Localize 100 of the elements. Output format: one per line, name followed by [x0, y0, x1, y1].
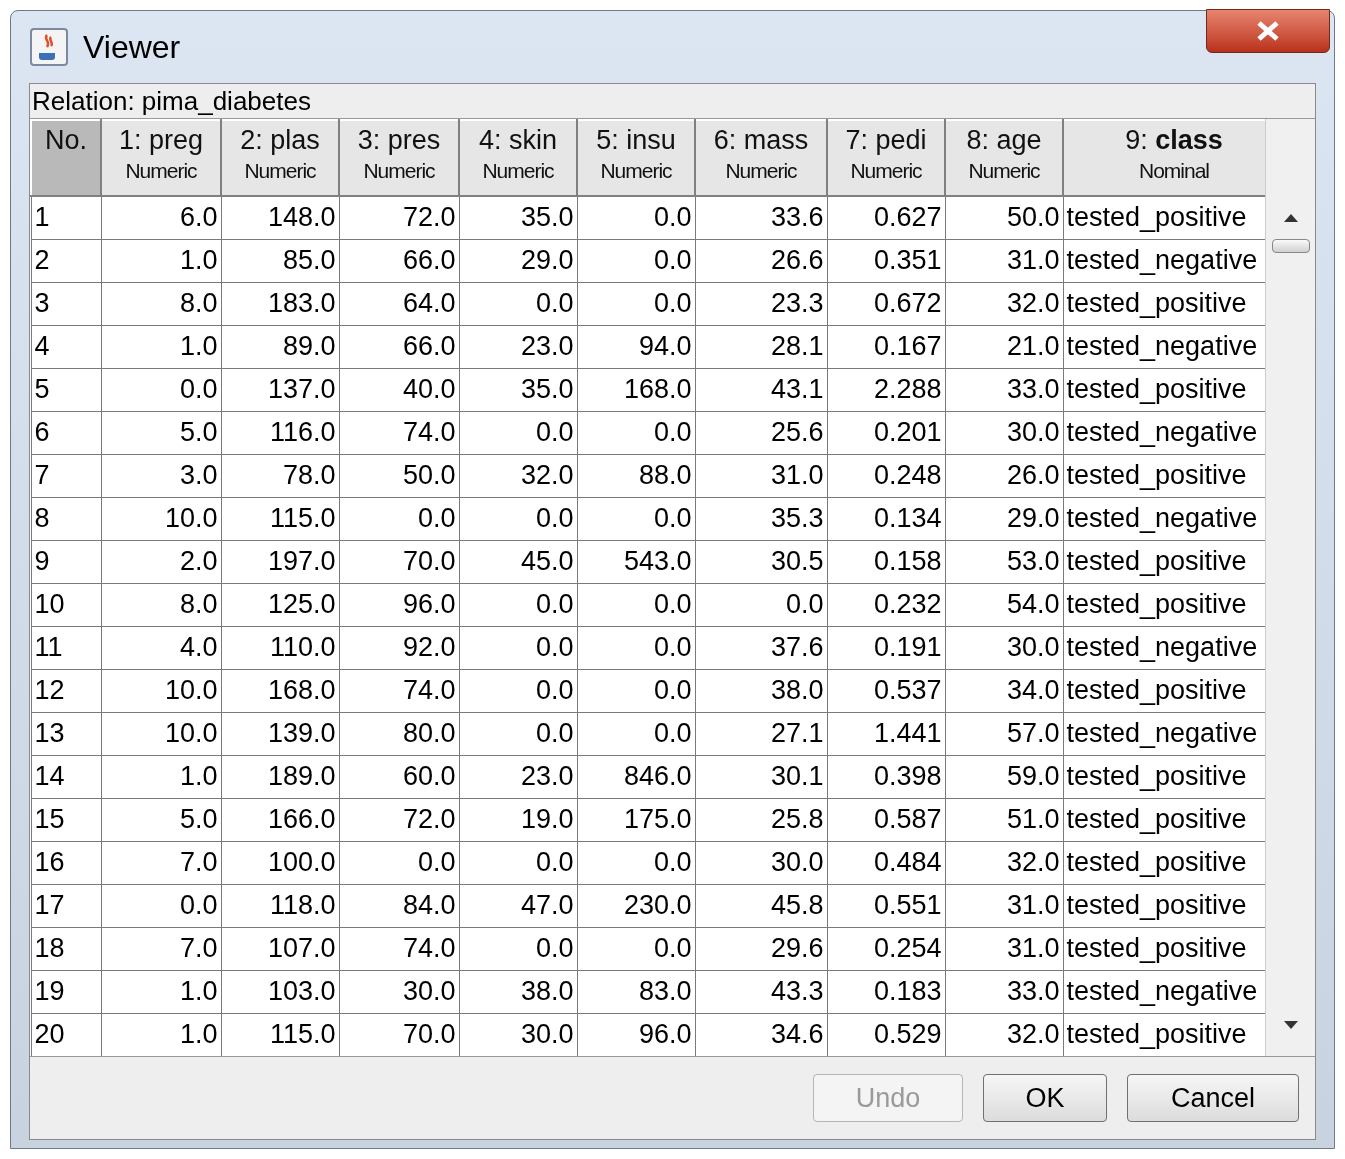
column-header[interactable]: 4: skin Numeric — [459, 120, 577, 196]
table-cell: 43.1 — [695, 368, 827, 411]
close-button[interactable] — [1206, 9, 1330, 53]
column-header[interactable]: 7: pedi Numeric — [827, 120, 945, 196]
table-cell: 80.0 — [339, 712, 459, 755]
table-cell: 189.0 — [221, 755, 339, 798]
table-cell: 34.0 — [945, 669, 1063, 712]
column-header[interactable]: 1: preg Numeric — [101, 120, 221, 196]
column-type: Numeric — [244, 160, 316, 181]
column-header[interactable]: 9: class Nominal — [1063, 120, 1265, 196]
table-cell: 30.0 — [945, 626, 1063, 669]
table-cell: 83.0 — [577, 970, 695, 1013]
table-cell: 0.248 — [827, 454, 945, 497]
table-cell: 35.3 — [695, 497, 827, 540]
table-cell: 0.0 — [695, 583, 827, 626]
column-header[interactable]: 8: age Numeric — [945, 120, 1063, 196]
scroll-down-icon[interactable] — [1282, 1020, 1299, 1030]
column-name: 6: mass — [713, 127, 809, 154]
table-cell: 32.0 — [459, 454, 577, 497]
table-cell: 88.0 — [577, 454, 695, 497]
row-number: 12 — [31, 669, 101, 712]
table-cell: 137.0 — [221, 368, 339, 411]
table-cell: 10.0 — [101, 497, 221, 540]
table-cell: 0.587 — [827, 798, 945, 841]
table-cell: 33.0 — [945, 970, 1063, 1013]
table-cell: 23.3 — [695, 282, 827, 325]
column-header[interactable]: No. — [31, 120, 101, 196]
table-cell: 148.0 — [221, 196, 339, 239]
table-cell: 0.0 — [577, 626, 695, 669]
cup-icon — [29, 27, 69, 67]
table-cell: 0.0 — [577, 497, 695, 540]
table-cell: 0.0 — [459, 583, 577, 626]
table-cell: 1.0 — [101, 755, 221, 798]
table-cell: 30.0 — [945, 411, 1063, 454]
table-cell: 74.0 — [339, 411, 459, 454]
table-cell: 10.0 — [101, 712, 221, 755]
table-cell: 30.0 — [339, 970, 459, 1013]
table-cell: 543.0 — [577, 540, 695, 583]
table-cell: 50.0 — [945, 196, 1063, 239]
table-cell: 230.0 — [577, 884, 695, 927]
column-name: 1: preg — [118, 127, 204, 154]
column-type: Nominal — [1139, 160, 1209, 181]
scroll-thumb[interactable] — [1271, 239, 1310, 253]
column-type: Numeric — [482, 160, 554, 181]
table-cell: 29.6 — [695, 927, 827, 970]
table-cell: 53.0 — [945, 540, 1063, 583]
table-cell: 5.0 — [101, 411, 221, 454]
column-name: No. — [45, 127, 87, 154]
row-number: 3 — [31, 282, 101, 325]
table-cell: 100.0 — [221, 841, 339, 884]
column-header[interactable]: 2: plas Numeric — [221, 120, 339, 196]
table-cell: 0.537 — [827, 669, 945, 712]
table-cell: 32.0 — [945, 282, 1063, 325]
table-cell: 8.0 — [101, 282, 221, 325]
table-cell: 6.0 — [101, 196, 221, 239]
table-cell: 31.0 — [945, 239, 1063, 282]
table-cell: 175.0 — [577, 798, 695, 841]
table-cell: 0.167 — [827, 325, 945, 368]
column-header[interactable]: 5: insu Numeric — [577, 120, 695, 196]
table-cell: 33.0 — [945, 368, 1063, 411]
column-name: 7: pedi — [845, 127, 927, 154]
table-cell: 21.0 — [945, 325, 1063, 368]
row-number: 16 — [31, 841, 101, 884]
table-cell: 35.0 — [459, 196, 577, 239]
table-cell: 125.0 — [221, 583, 339, 626]
row-number: 1 — [31, 196, 101, 239]
row-number: 5 — [31, 368, 101, 411]
relation-label: Relation: pima_diabetes — [31, 85, 312, 118]
column-name: 3: pres — [357, 127, 441, 154]
table-cell: 7.0 — [101, 841, 221, 884]
table-cell: 0.0 — [339, 497, 459, 540]
column-type: Numeric — [125, 160, 197, 181]
table-cell: 168.0 — [577, 368, 695, 411]
table-cell: 85.0 — [221, 239, 339, 282]
row-number: 15 — [31, 798, 101, 841]
column-header[interactable]: 6: mass Numeric — [695, 120, 827, 196]
table-cell: 89.0 — [221, 325, 339, 368]
table-cell: 28.1 — [695, 325, 827, 368]
dialog-button[interactable]: Cancel — [1127, 1074, 1299, 1122]
table-cell: 32.0 — [945, 841, 1063, 884]
column-name: 5: insu — [596, 127, 676, 154]
close-icon — [1255, 20, 1281, 42]
table-cell: 2.0 — [101, 540, 221, 583]
dialog-button[interactable]: OK — [983, 1074, 1107, 1122]
table-cell: 0.201 — [827, 411, 945, 454]
table-cell: 183.0 — [221, 282, 339, 325]
table-cell: 0.232 — [827, 583, 945, 626]
table-cell: 1.0 — [101, 325, 221, 368]
table-cell: 31.0 — [695, 454, 827, 497]
column-name: 4: skin — [478, 127, 557, 154]
scroll-up-icon[interactable] — [1282, 213, 1299, 223]
table-cell: 107.0 — [221, 927, 339, 970]
table-cell: 26.6 — [695, 239, 827, 282]
table-cell: 64.0 — [339, 282, 459, 325]
row-number: 6 — [31, 411, 101, 454]
column-header[interactable]: 3: pres Numeric — [339, 120, 459, 196]
table-cell: 45.8 — [695, 884, 827, 927]
row-number: 20 — [31, 1013, 101, 1056]
table-cell: 168.0 — [221, 669, 339, 712]
row-number: 14 — [31, 755, 101, 798]
